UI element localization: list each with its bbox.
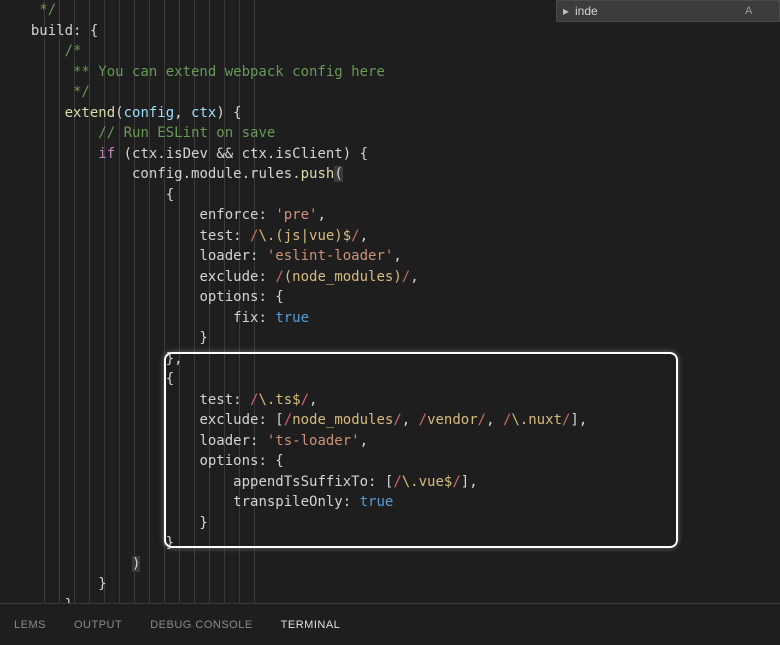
panel-tab-output[interactable]: OUTPUT (60, 619, 136, 631)
code-line[interactable]: } (14, 513, 587, 534)
panel-tab-terminal[interactable]: TERMINAL (267, 619, 355, 631)
code-line[interactable]: fix: true (14, 308, 587, 329)
code-content[interactable]: */ build: { /* ** You can extend webpack… (14, 0, 587, 615)
panel-tab-lems[interactable]: LEMS (0, 619, 60, 631)
code-line[interactable]: enforce: 'pre', (14, 205, 587, 226)
code-line[interactable]: } (14, 533, 587, 554)
code-line[interactable]: */ (14, 82, 587, 103)
code-line[interactable]: } (14, 574, 587, 595)
match-case-icon[interactable]: A (745, 5, 756, 17)
code-line[interactable]: test: /\.(js|vue)$/, (14, 226, 587, 247)
find-input[interactable] (575, 4, 745, 18)
code-line[interactable]: { (14, 369, 587, 390)
code-line[interactable]: }, (14, 349, 587, 370)
code-line[interactable]: } (14, 328, 587, 349)
code-line[interactable]: transpileOnly: true (14, 492, 587, 513)
code-line[interactable]: config.module.rules.push( (14, 164, 587, 185)
code-line[interactable]: // Run ESLint on save (14, 123, 587, 144)
code-line[interactable]: options: { (14, 451, 587, 472)
code-line[interactable]: */ (14, 0, 587, 21)
code-line[interactable]: if (ctx.isDev && ctx.isClient) { (14, 144, 587, 165)
gutter (0, 0, 14, 603)
code-line[interactable]: loader: 'ts-loader', (14, 431, 587, 452)
code-line[interactable]: /* (14, 41, 587, 62)
code-line[interactable]: extend(config, ctx) { (14, 103, 587, 124)
code-line[interactable]: exclude: [/node_modules/, /vendor/, /\.n… (14, 410, 587, 431)
code-line[interactable]: ** You can extend webpack config here (14, 62, 587, 83)
code-line[interactable]: options: { (14, 287, 587, 308)
code-line[interactable]: { (14, 185, 587, 206)
code-line[interactable]: build: { (14, 21, 587, 42)
code-line[interactable]: appendTsSuffixTo: [/\.vue$/], (14, 472, 587, 493)
code-line[interactable]: loader: 'eslint-loader', (14, 246, 587, 267)
code-line[interactable]: test: /\.ts$/, (14, 390, 587, 411)
panel-tabs: LEMSOUTPUTDEBUG CONSOLETERMINAL (0, 603, 780, 645)
chevron-right-icon[interactable]: ▸ (557, 4, 575, 18)
find-widget[interactable]: ▸ A (556, 0, 780, 22)
code-line[interactable]: ) (14, 554, 587, 575)
code-line[interactable]: exclude: /(node_modules)/, (14, 267, 587, 288)
editor-area[interactable]: */ build: { /* ** You can extend webpack… (0, 0, 780, 603)
panel-tab-debug-console[interactable]: DEBUG CONSOLE (136, 619, 266, 631)
